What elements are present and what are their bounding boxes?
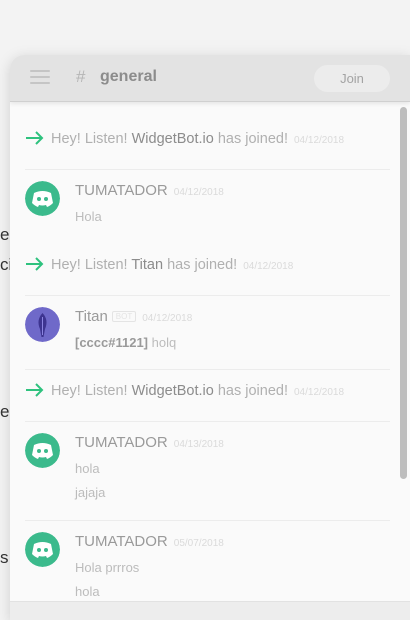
join-text: Hey! Listen! [51, 383, 132, 399]
discord-icon [25, 433, 60, 468]
timestamp: 04/12/2018 [293, 387, 345, 398]
join-text: Hey! Listen! [51, 257, 132, 273]
channel-name: general [100, 68, 157, 85]
author-name[interactable]: TUMATADOR [75, 182, 168, 199]
message-text: Hola [75, 209, 102, 224]
join-text: has joined! [213, 383, 288, 399]
background-text: e [0, 225, 10, 244]
titan-icon [25, 307, 60, 342]
join-message: Hey! Listen! WidgetBot.io has joined! 04/… [10, 123, 394, 159]
background-text: s [0, 548, 9, 567]
join-arrow-icon [26, 383, 44, 397]
join-text: has joined! [163, 257, 238, 273]
avatar[interactable] [25, 181, 60, 216]
message-list: Hey! Listen! WidgetBot.io has joined! 04/… [10, 102, 396, 620]
join-message: Hey! Listen! WidgetBot.io has joined! 04/… [10, 375, 394, 411]
scrollbar-thumb[interactable] [400, 107, 407, 479]
user-mention[interactable]: [cccc#1121] [75, 335, 148, 350]
divider [25, 520, 390, 521]
message-text: Hola prrros [75, 560, 140, 575]
hash-icon: # [76, 67, 86, 86]
join-username[interactable]: Titan [131, 257, 163, 273]
join-text: has joined! [213, 131, 288, 147]
message-header: TUMATADOR 04/12/2018 [75, 182, 224, 199]
join-message: Hey! Listen! Titan has joined! 04/12/2018 [10, 249, 394, 285]
hamburger-menu-icon[interactable] [30, 70, 50, 84]
avatar[interactable] [25, 433, 60, 468]
message-text: [cccc#1121] holq [75, 335, 176, 350]
timestamp: 04/12/2018 [142, 313, 193, 324]
join-button[interactable]: Join [314, 65, 390, 92]
message-text: hola [75, 461, 100, 476]
author-name[interactable]: Titan [75, 308, 108, 325]
avatar[interactable] [25, 532, 60, 567]
divider [25, 421, 390, 422]
message-text-content: holq [148, 335, 177, 350]
channel-header: # general Join [10, 55, 410, 102]
timestamp: 05/07/2018 [173, 538, 224, 549]
avatar[interactable] [25, 307, 60, 342]
divider [25, 369, 390, 370]
timestamp: 04/13/2018 [173, 439, 224, 450]
join-username[interactable]: WidgetBot.io [132, 383, 214, 399]
timestamp: 04/12/2018 [173, 187, 224, 198]
join-arrow-icon [26, 257, 44, 271]
bot-badge: BOT [111, 311, 137, 322]
timestamp: 04/12/2018 [243, 261, 294, 272]
divider [25, 295, 390, 296]
message-header: Titan BOT 04/12/2018 [75, 308, 192, 325]
background-text: e [0, 402, 10, 421]
timestamp: 04/12/2018 [293, 135, 345, 146]
discord-icon [25, 532, 60, 567]
message-header: TUMATADOR 05/07/2018 [75, 533, 224, 550]
message-header: TUMATADOR 04/13/2018 [75, 434, 224, 451]
join-username[interactable]: WidgetBot.io [132, 131, 214, 147]
join-text: Hey! Listen! [51, 131, 132, 147]
message-text: jajaja [75, 485, 106, 500]
message-input-bar[interactable] [10, 601, 410, 620]
discord-icon [25, 181, 60, 216]
author-name[interactable]: TUMATADOR [75, 434, 168, 451]
divider [25, 169, 390, 170]
author-name[interactable]: TUMATADOR [75, 533, 168, 550]
message-text: hola [75, 584, 100, 599]
join-arrow-icon [26, 131, 44, 145]
chat-widget: # general Join Hey! Listen! WidgetBot.io… [10, 55, 410, 620]
